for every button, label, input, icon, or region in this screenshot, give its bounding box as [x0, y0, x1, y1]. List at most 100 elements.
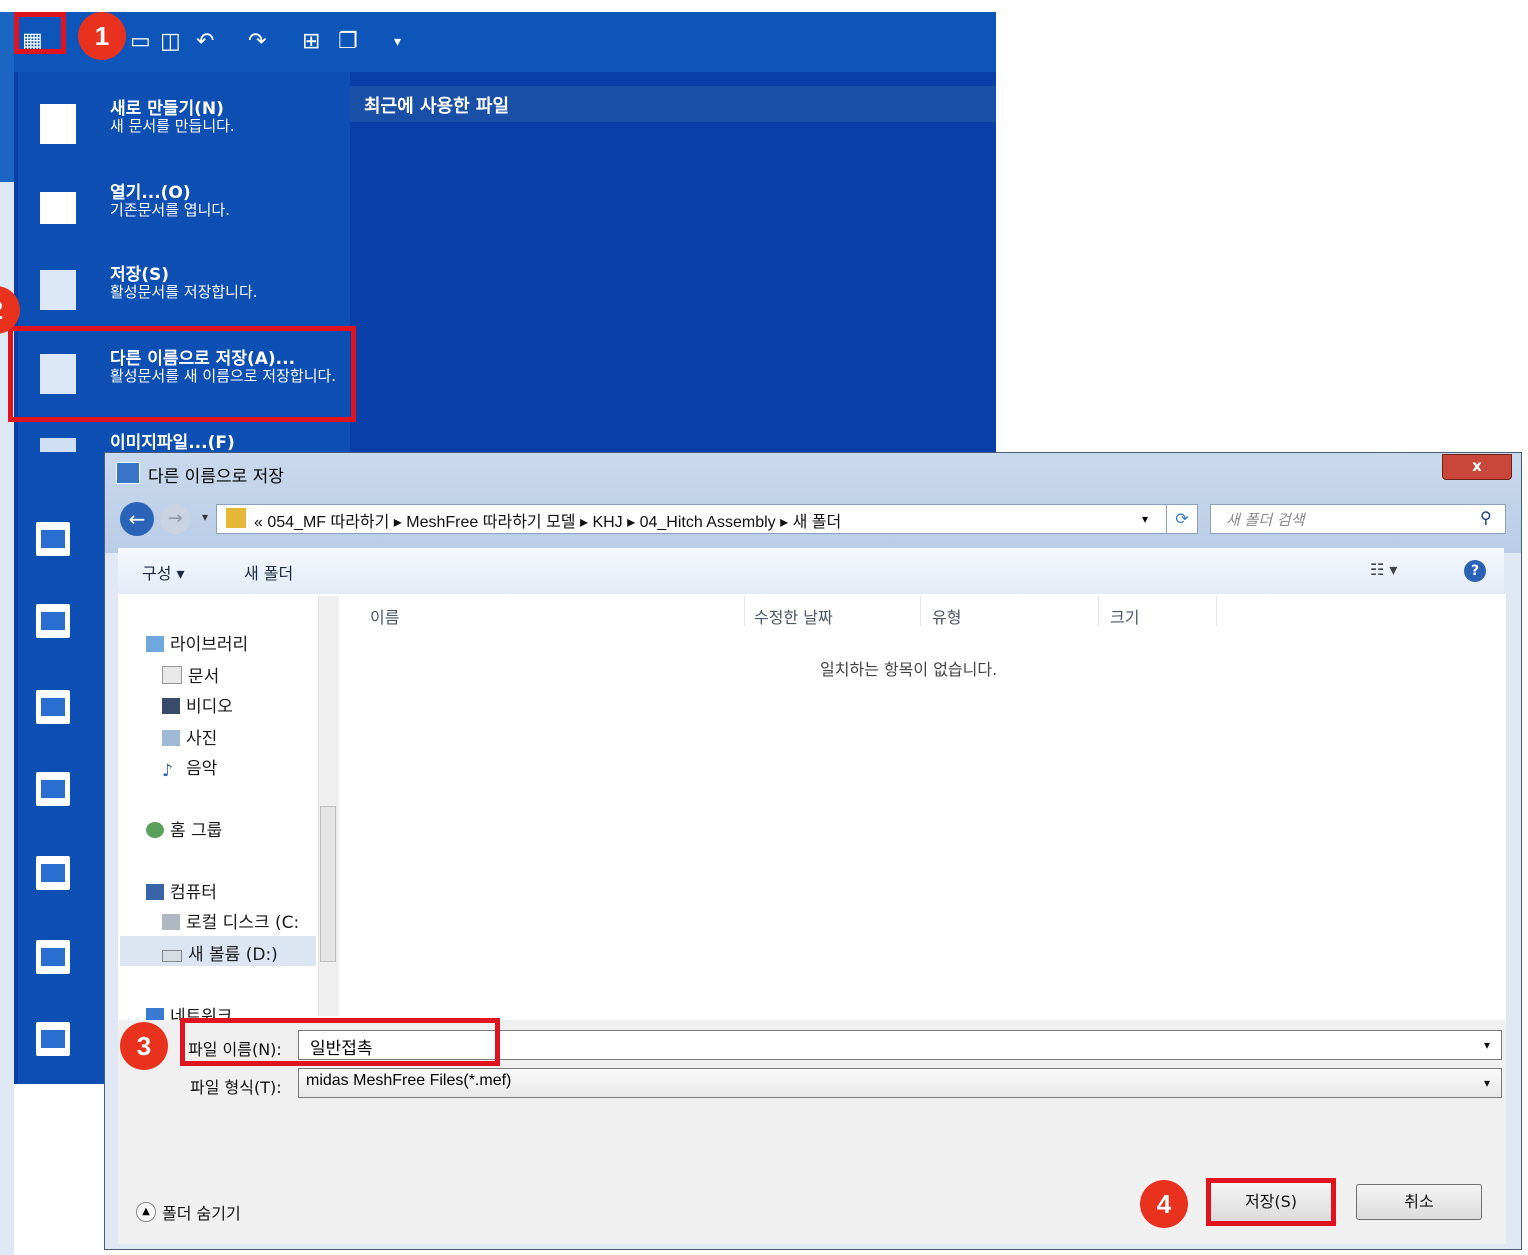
redo-icon[interactable]: ↷	[248, 30, 266, 54]
grid-icon[interactable]	[36, 856, 70, 890]
column-date-modified[interactable]: 수정한 날짜	[754, 604, 833, 628]
highlight-filename	[180, 1018, 500, 1066]
layout-icon[interactable]	[36, 522, 70, 556]
drive-icon	[162, 950, 182, 962]
cancel-button[interactable]: 취소	[1356, 1184, 1482, 1220]
nav-new-volume-label: 새 볼륨 (D:)	[188, 945, 278, 965]
music-icon: ♪	[162, 761, 173, 781]
filetype-dropdown-icon[interactable]: ▾	[1484, 1076, 1490, 1090]
nav-video[interactable]: 비디오	[162, 692, 233, 717]
computer-icon	[146, 884, 164, 900]
column-divider	[1098, 596, 1099, 626]
video-icon	[162, 698, 180, 714]
nav-computer-label: 컴퓨터	[170, 883, 217, 903]
column-divider	[1216, 596, 1217, 626]
dialog-toolbar	[118, 548, 1504, 595]
nav-pictures-label: 사진	[186, 729, 218, 749]
refresh-icon[interactable]: ⟳	[1166, 504, 1198, 534]
homegroup-icon	[146, 822, 164, 838]
highlight-save-as	[8, 326, 356, 422]
menu-open[interactable]: 열기...(O) 기존문서를 엽니다.	[18, 170, 350, 250]
step-badge-4: 4	[1140, 1180, 1188, 1228]
app-edge	[0, 12, 14, 182]
breadcrumb[interactable]: « 054_MF 따라하기 ▸ MeshFree 따라하기 모델 ▸ KHJ ▸…	[254, 508, 841, 532]
column-type[interactable]: 유형	[932, 604, 961, 628]
new-icon[interactable]: ▭	[130, 30, 151, 54]
menu-new-label: 새로 만들기(N)	[110, 99, 224, 119]
organize-button[interactable]: 구성 ▾	[142, 560, 185, 584]
view-options-icon[interactable]: ☷ ▾	[1370, 560, 1397, 579]
help-icon[interactable]: ?	[1464, 560, 1486, 582]
nav-local-disk-label: 로컬 디스크 (C:	[186, 913, 300, 933]
menu-new[interactable]: 새로 만들기(N) 새 문서를 만듭니다.	[18, 86, 350, 166]
nav-new-volume[interactable]: 새 볼륨 (D:)	[162, 940, 278, 965]
chart-icon[interactable]	[36, 690, 70, 724]
highlight-save-button	[1206, 1178, 1336, 1226]
nav-music-label: 음악	[186, 759, 218, 779]
nav-local-disk[interactable]: 로컬 디스크 (C:	[162, 908, 299, 933]
filename-dropdown-icon[interactable]: ▾	[1484, 1038, 1490, 1052]
quick-access-toolbar: ▦ ▭ ◫ ↶ ↷ ⊞ ❐ ▾	[14, 12, 996, 72]
empty-list-message: 일치하는 항목이 없습니다.	[820, 660, 998, 679]
menu-save-label: 저장(S)	[110, 265, 170, 285]
nav-pictures[interactable]: 사진	[162, 724, 217, 749]
nav-homegroup[interactable]: 홈 그룹	[146, 816, 222, 841]
customize-icon[interactable]: ▾	[394, 30, 401, 54]
network-icon	[146, 1008, 164, 1020]
document-icon	[162, 666, 182, 684]
back-arrow-icon[interactable]: ←	[120, 502, 154, 536]
highlight-app-menu	[14, 12, 66, 54]
library-icon	[146, 636, 164, 652]
nav-homegroup-label: 홈 그룹	[170, 821, 223, 841]
chevron-up-icon[interactable]: ▲	[136, 1202, 156, 1222]
windows-icon[interactable]: ❐	[338, 30, 358, 54]
filetype-value[interactable]: midas MeshFree Files(*.mef)	[306, 1072, 511, 1090]
nav-scrollbar-thumb[interactable]	[320, 806, 336, 962]
picture-icon	[162, 730, 180, 746]
nav-music[interactable]: ♪ 음악	[162, 754, 218, 781]
step-badge-1: 1	[78, 12, 126, 60]
nav-documents[interactable]: 문서	[162, 662, 219, 687]
disk-icon	[162, 914, 180, 930]
menu-image-file-label: 이미지파일...(F)	[110, 433, 235, 452]
close-window-icon[interactable]	[36, 1022, 70, 1056]
menu-image-file[interactable]: 이미지파일...(F)	[18, 420, 350, 452]
nav-library-label: 라이브러리	[170, 635, 249, 655]
history-dropdown-icon[interactable]: ▾	[202, 510, 208, 524]
menu-save[interactable]: 저장(S) 활성문서를 저장합니다.	[18, 252, 350, 332]
menu-new-desc: 새 문서를 만듭니다.	[110, 117, 235, 135]
cascade-icon[interactable]	[36, 604, 70, 638]
search-placeholder: 새 폴더 검색	[1226, 511, 1305, 529]
forward-arrow-icon[interactable]: →	[160, 504, 190, 534]
dialog-title: 다른 이름으로 저장	[148, 467, 284, 487]
recent-files-title: 최근에 사용한 파일	[364, 96, 510, 117]
folder-icon	[226, 508, 246, 528]
column-name[interactable]: 이름	[370, 604, 399, 628]
folder-icon	[40, 192, 76, 224]
menu-save-desc: 활성문서를 저장합니다.	[110, 283, 258, 301]
nav-video-label: 비디오	[186, 697, 233, 717]
close-button[interactable]: x	[1442, 454, 1512, 480]
properties-icon[interactable]	[36, 772, 70, 806]
menu-open-label: 열기...(O)	[110, 183, 191, 203]
step-badge-3: 3	[120, 1022, 168, 1070]
new-document-icon	[40, 104, 76, 144]
save-icon[interactable]: ◫	[160, 30, 181, 54]
hide-folders-button[interactable]: 폴더 숨기기	[162, 1200, 241, 1224]
column-size[interactable]: 크기	[1110, 604, 1139, 628]
image-icon	[40, 438, 76, 452]
font-icon[interactable]	[36, 940, 70, 974]
dialog-app-icon	[116, 462, 140, 484]
column-divider	[744, 596, 745, 626]
search-icon[interactable]: ⚲	[1480, 508, 1492, 527]
menu-open-desc: 기존문서를 엽니다.	[110, 201, 230, 219]
save-download-icon	[40, 270, 76, 310]
address-dropdown-icon[interactable]: ▾	[1142, 512, 1148, 526]
undo-icon[interactable]: ↶	[196, 30, 214, 54]
new-folder-button[interactable]: 새 폴더	[244, 560, 293, 584]
filetype-label: 파일 형식(T):	[190, 1078, 282, 1097]
nav-computer[interactable]: 컴퓨터	[146, 878, 217, 903]
nav-documents-label: 문서	[188, 667, 220, 687]
nav-library[interactable]: 라이브러리	[146, 630, 248, 655]
table-icon[interactable]: ⊞	[302, 30, 320, 54]
